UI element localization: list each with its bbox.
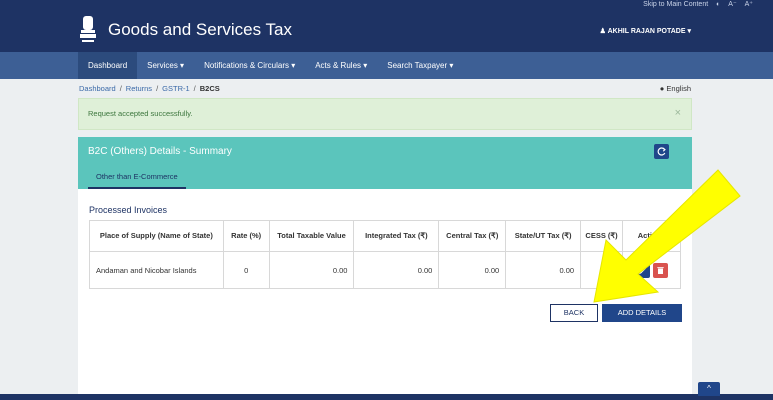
- chevron-down-icon: ▾: [687, 28, 691, 35]
- breadcrumb-separator: /: [156, 84, 159, 93]
- edit-button[interactable]: [635, 262, 651, 278]
- nav-search-taxpayer[interactable]: Search Taxpayer ▾: [377, 52, 463, 79]
- breadcrumb-separator: /: [193, 84, 196, 93]
- alert-message: Request accepted successfully.: [88, 109, 193, 118]
- contrast-icon[interactable]: ◐: [716, 1, 720, 8]
- tab-other-than-ecommerce[interactable]: Other than E-Commerce: [88, 168, 186, 189]
- language-label: English: [666, 84, 691, 93]
- edit-icon: [639, 266, 647, 274]
- breadcrumb-gstr1[interactable]: GSTR-1: [162, 84, 190, 93]
- main-nav: Dashboard Services ▾ Notifications & Cir…: [0, 52, 773, 79]
- nav-dashboard[interactable]: Dashboard: [78, 52, 138, 79]
- accessibility-bar: Skip to Main Content ◐ A⁻ A⁺: [637, 0, 753, 8]
- col-actions: Actions: [622, 220, 681, 252]
- font-decrease[interactable]: A⁻: [728, 1, 736, 8]
- col-taxable-value: Total Taxable Value: [268, 220, 355, 252]
- refresh-icon: [657, 147, 666, 156]
- site-title[interactable]: Goods and Services Tax: [108, 20, 292, 40]
- breadcrumb-current: B2CS: [199, 84, 220, 93]
- trash-icon: [657, 266, 664, 274]
- col-central-tax: Central Tax (₹): [438, 220, 507, 252]
- cell-igst: 0.00: [353, 251, 440, 289]
- cell-cess: 0.00: [580, 251, 624, 289]
- invoices-table: Place of Supply (Name of State) Rate (%)…: [89, 220, 681, 289]
- refresh-button[interactable]: [654, 144, 669, 159]
- cell-sgst: 0.00: [505, 251, 582, 289]
- nav-acts-rules[interactable]: Acts & Rules ▾: [305, 52, 377, 79]
- cell-rate: 0: [222, 251, 270, 289]
- font-increase[interactable]: A⁺: [745, 1, 753, 8]
- col-place-of-supply: Place of Supply (Name of State): [89, 220, 224, 252]
- nav-notifications[interactable]: Notifications & Circulars ▾: [194, 52, 305, 79]
- col-rate: Rate (%): [222, 220, 270, 252]
- section-title: Processed Invoices: [89, 205, 168, 215]
- national-emblem-icon: [80, 16, 96, 42]
- table-header-row: Place of Supply (Name of State) Rate (%)…: [89, 220, 681, 252]
- back-button[interactable]: BACK: [550, 304, 598, 322]
- footer-bar: [0, 394, 773, 400]
- col-integrated-tax: Integrated Tax (₹): [353, 220, 440, 252]
- cell-cgst: 0.00: [438, 251, 507, 289]
- breadcrumb-returns[interactable]: Returns: [126, 84, 152, 93]
- user-menu[interactable]: ♟ AKHIL RAJAN POTADE ▾: [600, 27, 691, 35]
- add-details-button[interactable]: ADD DETAILS: [602, 304, 682, 322]
- panel-header: B2C (Others) Details - Summary Other tha…: [78, 137, 692, 189]
- summary-panel: B2C (Others) Details - Summary Other tha…: [78, 137, 692, 400]
- cell-actions: [622, 251, 681, 289]
- scroll-to-top-button[interactable]: ^: [698, 382, 720, 396]
- user-name: AKHIL RAJAN POTADE: [607, 28, 686, 35]
- panel-title: B2C (Others) Details - Summary: [88, 146, 232, 157]
- col-cess: CESS (₹): [580, 220, 624, 252]
- delete-button[interactable]: [653, 262, 669, 278]
- breadcrumb: Dashboard / Returns / GSTR-1 / B2CS: [79, 84, 220, 93]
- breadcrumb-separator: /: [119, 84, 122, 93]
- cell-taxable: 0.00: [268, 251, 355, 289]
- breadcrumb-dashboard[interactable]: Dashboard: [79, 84, 116, 93]
- user-icon: ♟: [599, 28, 606, 35]
- language-selector[interactable]: ● English: [660, 84, 691, 93]
- globe-icon: ●: [659, 84, 665, 93]
- close-icon[interactable]: ×: [675, 107, 681, 119]
- skip-link[interactable]: Skip to Main Content: [643, 1, 708, 8]
- site-header: Skip to Main Content ◐ A⁻ A⁺ Goods and S…: [0, 0, 773, 52]
- nav-services[interactable]: Services ▾: [137, 52, 194, 79]
- cell-place: Andaman and Nicobar Islands: [89, 251, 224, 289]
- table-row: Andaman and Nicobar Islands 0 0.00 0.00 …: [89, 251, 681, 289]
- col-state-tax: State/UT Tax (₹): [505, 220, 582, 252]
- success-alert: Request accepted successfully. ×: [78, 98, 692, 130]
